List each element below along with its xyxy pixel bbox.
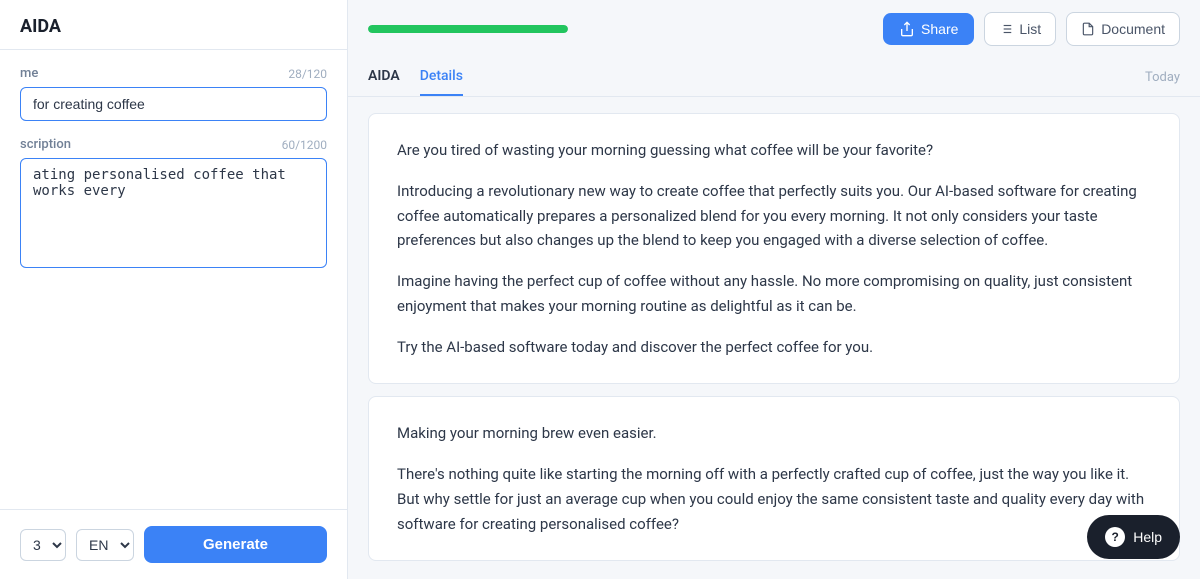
bottom-controls: 3 1 2 4 5 EN FR DE ES Generate (0, 509, 347, 579)
card1-p1: Are you tired of wasting your morning gu… (397, 138, 1151, 163)
right-header: Share List Document (348, 0, 1200, 58)
document-button[interactable]: Document (1066, 12, 1180, 46)
content-area: Are you tired of wasting your morning gu… (348, 97, 1200, 579)
help-icon: ? (1105, 527, 1125, 547)
tabs-row: AIDA Details Today (348, 58, 1200, 97)
document-icon (1081, 22, 1095, 36)
left-panel-title: AIDA (20, 16, 61, 37)
card1-p2: Introducing a revolutionary new way to c… (397, 179, 1151, 253)
description-label: scription (20, 137, 71, 152)
share-icon (899, 21, 915, 37)
tab-date: Today (1145, 70, 1180, 85)
header-right-actions: Share List Document (883, 12, 1180, 46)
description-counter: 60/1200 (282, 138, 327, 152)
share-button[interactable]: Share (883, 13, 974, 45)
left-panel-header: AIDA (0, 0, 347, 50)
description-textarea[interactable]: ating personalised coffee that works eve… (20, 158, 327, 268)
card1-p3: Imagine having the perfect cup of coffee… (397, 269, 1151, 319)
name-label: me (20, 66, 38, 81)
name-label-row: me 28/120 (20, 66, 327, 81)
content-card-1: Are you tired of wasting your morning gu… (368, 113, 1180, 384)
language-select[interactable]: EN FR DE ES (76, 529, 134, 561)
help-label: Help (1133, 529, 1162, 545)
content-card-2: Making your morning brew even easier. Th… (368, 396, 1180, 561)
list-button[interactable]: List (984, 12, 1056, 46)
name-field-group: me 28/120 (20, 66, 327, 121)
tab-aida[interactable]: AIDA (368, 58, 400, 96)
left-panel: AIDA me 28/120 scription 60/1200 ating p… (0, 0, 348, 579)
card1-p4: Try the AI-based software today and disc… (397, 335, 1151, 360)
progress-bar-container (368, 25, 568, 33)
name-counter: 28/120 (288, 67, 327, 81)
card2-p1: Making your morning brew even easier. (397, 421, 1151, 446)
form-section: me 28/120 scription 60/1200 ating person… (0, 50, 347, 509)
right-panel: Share List Document AIDA Details (348, 0, 1200, 579)
generate-button[interactable]: Generate (144, 526, 327, 563)
list-icon (999, 22, 1013, 36)
help-button[interactable]: ? Help (1087, 515, 1180, 559)
tabs-left: AIDA Details (368, 58, 463, 96)
card2-p2: There's nothing quite like starting the … (397, 462, 1151, 536)
description-field-group: scription 60/1200 ating personalised cof… (20, 137, 327, 272)
quantity-select[interactable]: 3 1 2 4 5 (20, 529, 66, 561)
name-input[interactable] (20, 87, 327, 121)
progress-bar-fill (368, 25, 568, 33)
tab-details[interactable]: Details (420, 58, 463, 96)
description-label-row: scription 60/1200 (20, 137, 327, 152)
